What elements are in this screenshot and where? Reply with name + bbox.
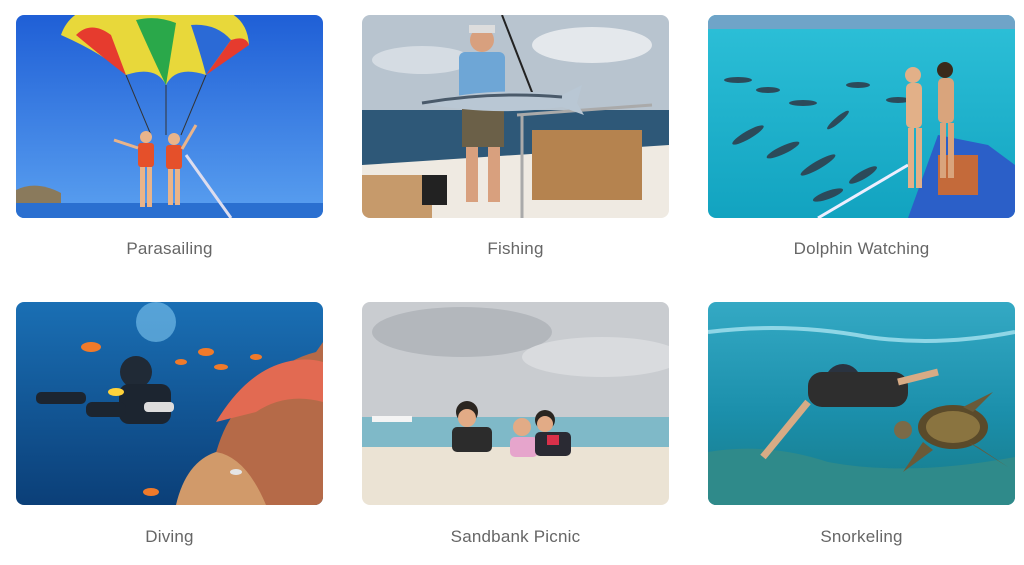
sandbank-picnic-image xyxy=(362,302,669,505)
diving-image xyxy=(16,302,323,505)
activity-card-snorkeling[interactable]: Snorkeling xyxy=(708,302,1015,546)
activity-label[interactable]: Parasailing xyxy=(16,239,323,259)
snorkeling-image xyxy=(708,302,1015,505)
dolphin-watching-image xyxy=(708,15,1015,218)
activity-card-fishing[interactable]: Fishing xyxy=(362,15,669,258)
activity-label[interactable]: Dolphin Watching xyxy=(708,239,1015,259)
snorkeling-photo[interactable] xyxy=(708,302,1015,505)
activity-card-sandbank-picnic[interactable]: Sandbank Picnic xyxy=(362,302,669,546)
parasailing-photo[interactable] xyxy=(16,15,323,218)
activity-label[interactable]: Fishing xyxy=(362,239,669,259)
activity-label[interactable]: Diving xyxy=(16,527,323,547)
dolphin-watching-photo[interactable] xyxy=(708,15,1015,218)
fishing-image xyxy=(362,15,669,218)
activity-label[interactable]: Sandbank Picnic xyxy=(362,527,669,547)
diving-photo[interactable] xyxy=(16,302,323,505)
fishing-photo[interactable] xyxy=(362,15,669,218)
activity-card-parasailing[interactable]: Parasailing xyxy=(16,15,323,258)
activity-card-diving[interactable]: Diving xyxy=(16,302,323,546)
parasailing-image xyxy=(16,15,323,218)
sandbank-picnic-photo[interactable] xyxy=(362,302,669,505)
activity-card-dolphin-watching[interactable]: Dolphin Watching xyxy=(708,15,1015,258)
activity-label[interactable]: Snorkeling xyxy=(708,527,1015,547)
